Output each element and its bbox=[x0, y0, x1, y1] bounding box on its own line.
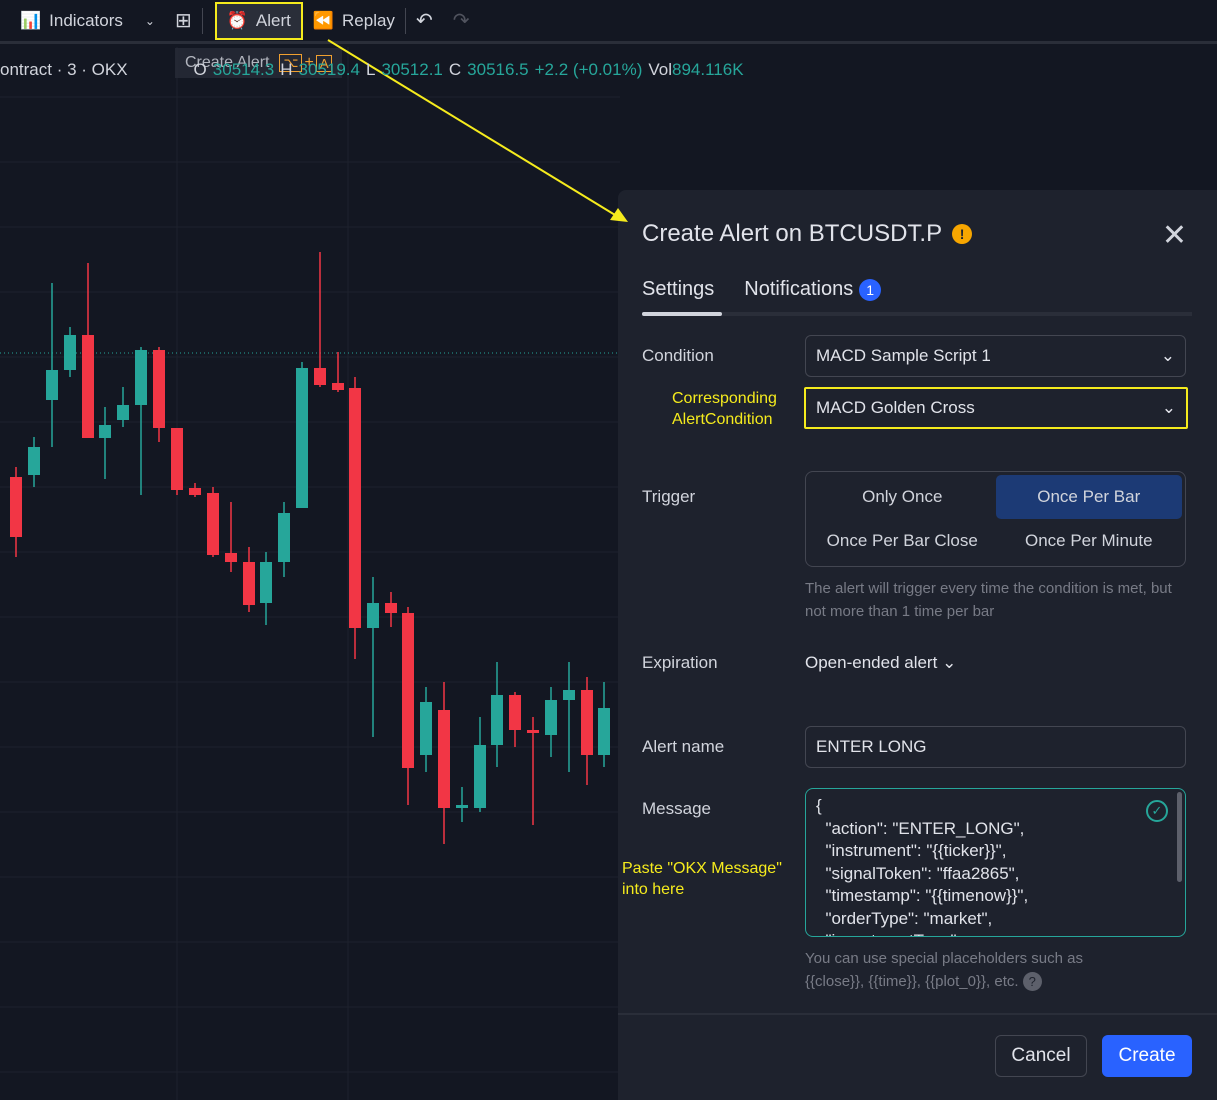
candle-body bbox=[153, 350, 165, 428]
cancel-button[interactable]: Cancel bbox=[995, 1035, 1087, 1077]
dialog-title: Create Alert on BTCUSDT.P! bbox=[642, 220, 973, 248]
warning-icon[interactable]: ! bbox=[952, 224, 973, 244]
candle-body bbox=[64, 335, 76, 370]
replay-button[interactable]: ⏪ Replay bbox=[303, 3, 405, 39]
undo-icon: ↶ bbox=[415, 10, 433, 32]
candle-body bbox=[509, 695, 521, 730]
trigger-options: Only Once Once Per Bar Once Per Bar Clos… bbox=[805, 471, 1186, 567]
condition-select[interactable]: MACD Sample Script 1 ⌄ bbox=[805, 335, 1186, 377]
indicators-button[interactable]: 📊 Indicators ⌄ bbox=[10, 3, 165, 39]
divider bbox=[201, 7, 203, 34]
expiration-label: Expiration bbox=[642, 653, 718, 672]
candle-body bbox=[260, 562, 272, 603]
candle-body bbox=[225, 553, 237, 562]
trigger-hint: The alert will trigger every time the co… bbox=[805, 580, 1172, 620]
alertcondition-select[interactable]: MACD Golden Cross ⌄ bbox=[804, 387, 1188, 429]
candle-body bbox=[135, 350, 147, 405]
rewind-icon: ⏪ bbox=[312, 10, 335, 30]
candle-body bbox=[278, 513, 290, 562]
message-textarea[interactable]: { "action": "ENTER_LONG", "instrument": … bbox=[805, 788, 1186, 937]
candle-body bbox=[207, 493, 219, 555]
redo-button[interactable]: ↷ bbox=[443, 3, 480, 39]
expiration-dropdown[interactable]: Open-ended alert ⌄ bbox=[805, 653, 956, 673]
candle-body bbox=[314, 368, 326, 385]
create-alert-dialog: Create Alert on BTCUSDT.P! ✕ Settings No… bbox=[618, 190, 1217, 1100]
alert-name-label: Alert name bbox=[642, 737, 725, 756]
create-button[interactable]: Create bbox=[1102, 1035, 1192, 1077]
candle-body bbox=[46, 370, 58, 400]
message-hint: You can use special placeholders such as… bbox=[805, 950, 1083, 991]
check-circle-icon: ✓ bbox=[1146, 800, 1168, 822]
candle-body bbox=[82, 335, 94, 438]
divider bbox=[618, 1013, 1217, 1015]
close-icon[interactable]: ✕ bbox=[1162, 218, 1187, 253]
candle-body bbox=[28, 447, 40, 475]
tab-notifications[interactable]: Notifications 1 bbox=[744, 278, 882, 312]
chevron-down-icon: ⌄ bbox=[1160, 346, 1175, 365]
candle-body bbox=[367, 603, 379, 628]
candle-body bbox=[527, 730, 539, 733]
candle-body bbox=[349, 388, 361, 628]
candle-body bbox=[332, 383, 344, 390]
chart-legend: ontract · 3 · OKX O 30514.3 H 30519.4 L 305… bbox=[0, 60, 744, 79]
candle-body bbox=[385, 603, 397, 613]
candle-body bbox=[296, 368, 308, 508]
dialog-tabs: Settings Notifications 1 bbox=[642, 278, 1192, 316]
alert-button[interactable]: ⏰ Alert bbox=[214, 1, 303, 40]
candle-body bbox=[474, 745, 486, 808]
candle-body bbox=[491, 695, 503, 745]
candle-body bbox=[171, 428, 183, 490]
candle-body bbox=[10, 477, 22, 537]
alert-name-input[interactable]: ENTER LONG bbox=[805, 726, 1186, 768]
toolbar: 📊 Indicators ⌄ ⊞ ⏰ Alert ⏪ Replay ↶ ↷ bbox=[0, 0, 1217, 44]
chevron-down-icon: ⌄ bbox=[942, 653, 957, 672]
tab-settings[interactable]: Settings bbox=[642, 278, 723, 316]
condition-label: Condition bbox=[642, 346, 714, 365]
help-icon[interactable]: ? bbox=[1022, 972, 1042, 991]
alarm-clock-icon: ⏰ bbox=[226, 10, 248, 30]
candle-body bbox=[99, 425, 111, 438]
annotation-message: Paste "OKX Message" into here bbox=[622, 860, 782, 898]
trigger-only-once[interactable]: Only Once bbox=[809, 475, 996, 519]
candle-body bbox=[563, 690, 575, 700]
undo-button[interactable]: ↶ bbox=[406, 3, 443, 39]
notification-badge: 1 bbox=[859, 279, 882, 301]
message-label: Message bbox=[642, 799, 711, 818]
redo-icon: ↷ bbox=[452, 10, 470, 32]
candle-body bbox=[189, 488, 201, 495]
candle-body bbox=[402, 613, 414, 768]
indicators-icon: 📊 bbox=[20, 10, 42, 30]
trigger-once-per-minute[interactable]: Once Per Minute bbox=[996, 519, 1183, 563]
candle-body bbox=[598, 708, 610, 755]
annotation-condition: Corresponding AlertCondition bbox=[672, 390, 777, 428]
candlestick-chart[interactable] bbox=[0, 47, 620, 1100]
candle-body bbox=[438, 710, 450, 808]
candle-body bbox=[581, 690, 593, 755]
chevron-down-icon: ⌄ bbox=[1161, 398, 1176, 417]
candle-body bbox=[243, 562, 255, 605]
templates-button[interactable]: ⊞ bbox=[165, 3, 202, 39]
grid-icon: ⊞ bbox=[174, 10, 192, 32]
candle-body bbox=[420, 702, 432, 755]
candle-body bbox=[456, 805, 468, 808]
candle-body bbox=[117, 405, 129, 420]
candle-body bbox=[545, 700, 557, 735]
trigger-label: Trigger bbox=[642, 487, 696, 506]
trigger-once-per-bar-close[interactable]: Once Per Bar Close bbox=[809, 519, 996, 563]
chevron-down-icon[interactable]: ⌄ bbox=[145, 14, 155, 28]
scrollbar[interactable] bbox=[1177, 792, 1182, 882]
trigger-once-per-bar[interactable]: Once Per Bar bbox=[995, 475, 1182, 519]
